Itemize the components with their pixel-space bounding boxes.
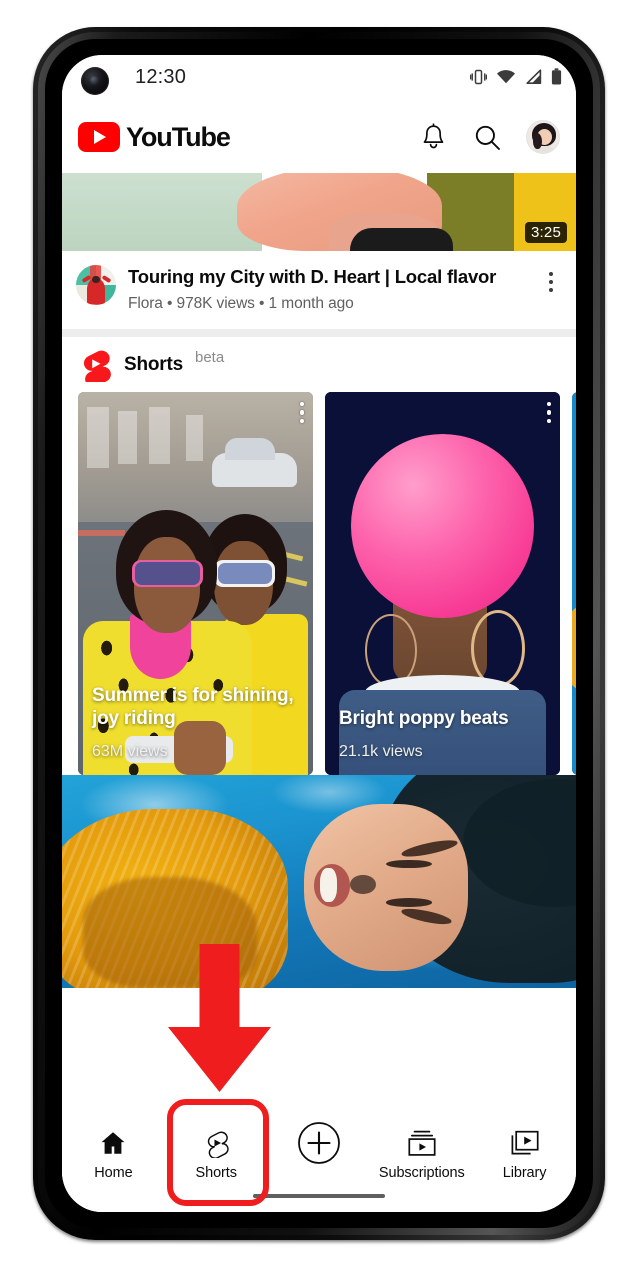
status-bar-icons <box>470 68 562 85</box>
youtube-logo[interactable]: YouTube <box>78 121 231 153</box>
shorts-caption: Summer is for shining, joy riding 63M vi… <box>92 685 299 761</box>
bottom-navigation-bar: Home Shorts Subscriptions Library <box>62 1115 576 1212</box>
channel-avatar[interactable] <box>76 265 116 305</box>
shorts-card[interactable]: Bright poppy beats 21.1k views <box>325 391 560 775</box>
youtube-wordmark: YouTube <box>126 121 231 152</box>
home-icon <box>99 1128 127 1158</box>
shorts-view-count: 21.1k views <box>339 742 423 760</box>
shorts-carousel[interactable]: Summer is for shining, joy riding 63M vi… <box>62 391 576 775</box>
camera-icon <box>81 67 109 95</box>
app-header: YouTube <box>62 101 576 173</box>
shorts-card[interactable]: Summer is for shining, joy riding 63M vi… <box>78 391 313 775</box>
account-avatar[interactable] <box>526 120 560 154</box>
shorts-shelf-title: Shorts <box>124 353 183 375</box>
nav-label-library: Library <box>502 1165 547 1181</box>
subscriptions-icon <box>407 1128 437 1158</box>
search-icon[interactable] <box>472 122 502 152</box>
status-bar: 12:30 <box>62 55 576 101</box>
nav-item-create[interactable] <box>268 1122 371 1164</box>
shorts-logo <box>78 348 112 387</box>
app-header-actions <box>418 120 560 154</box>
video-duration-badge: 3:25 <box>525 222 567 243</box>
shorts-view-count: 63M views <box>92 742 168 760</box>
vibrate-icon <box>470 69 487 85</box>
notifications-bell-icon[interactable] <box>418 122 448 152</box>
screenshot-stage: 12:30 YouTube 3:25 Touring my City with … <box>0 0 637 1273</box>
home-indicator-bar <box>253 1193 385 1198</box>
video-thumbnail[interactable]: 3:25 <box>62 173 576 251</box>
video-info-row[interactable]: Touring my City with D. Heart | Local fl… <box>62 251 576 329</box>
phone-screen: 12:30 YouTube 3:25 Touring my City with … <box>62 55 576 1212</box>
shorts-caption: Bright poppy beats 21.1k views <box>339 708 546 761</box>
shorts-shelf-header: Shorts beta <box>62 336 576 392</box>
video-metadata: Flora • 978K views • 1 month ago <box>128 294 354 312</box>
nav-item-subscriptions[interactable]: Subscriptions <box>370 1128 473 1181</box>
video-title: Touring my City with D. Heart | Local fl… <box>128 266 497 287</box>
battery-icon <box>551 68 562 85</box>
shorts-card[interactable] <box>572 391 576 775</box>
nav-label-subscriptions: Subscriptions <box>378 1165 465 1181</box>
video-feed: 3:25 Touring my City with D. Heart | Loc… <box>62 173 576 988</box>
shorts-title: Bright poppy beats <box>339 707 509 729</box>
video-more-vertical-icon[interactable] <box>540 265 562 313</box>
section-divider <box>62 328 576 337</box>
nav-item-home[interactable]: Home <box>62 1128 165 1181</box>
shorts-beta-badge: beta <box>194 348 225 366</box>
red-highlight-box <box>167 1099 269 1206</box>
wifi-icon <box>496 69 516 85</box>
nav-label-home: Home <box>94 1165 133 1181</box>
cellular-signal-icon <box>525 68 542 85</box>
next-video-thumbnail[interactable] <box>62 774 576 988</box>
red-down-arrow <box>168 944 271 1092</box>
shorts-title: Summer is for shining, joy riding <box>92 685 294 729</box>
status-bar-clock: 12:30 <box>135 66 187 88</box>
shorts-more-vertical-icon[interactable] <box>546 401 551 424</box>
nav-item-library[interactable]: Library <box>473 1128 576 1181</box>
youtube-play-logo <box>78 122 120 152</box>
shorts-thumbnail-art <box>572 391 576 775</box>
library-icon <box>510 1128 540 1158</box>
shorts-more-vertical-icon[interactable] <box>299 401 304 424</box>
create-plus-icon <box>297 1122 341 1164</box>
